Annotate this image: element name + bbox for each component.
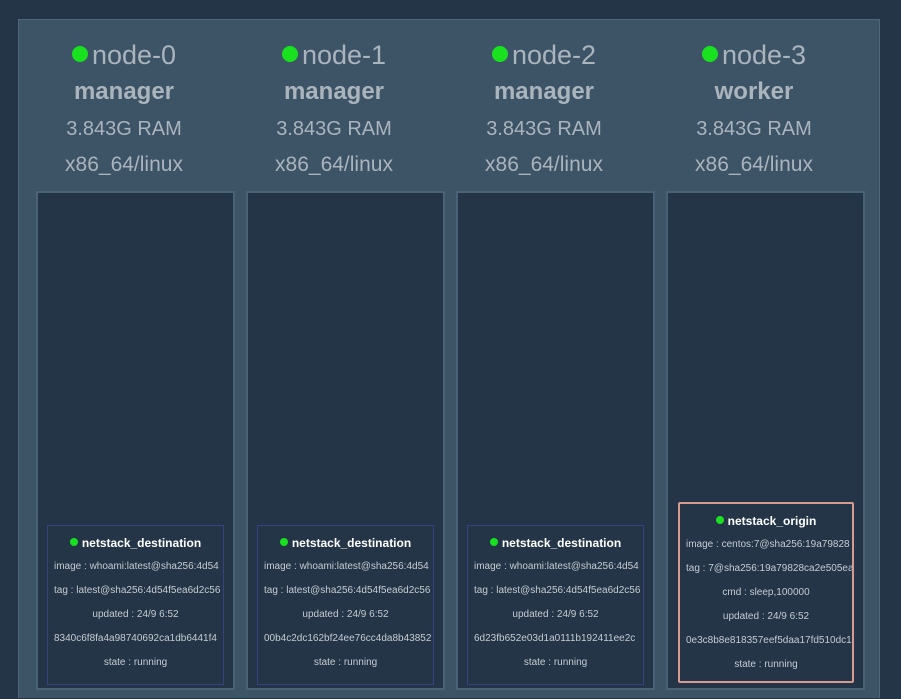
node-task-area: netstack_destination image : whoami:late… <box>246 191 445 690</box>
node-ram: 3.843G RAM <box>696 118 812 140</box>
task-card[interactable]: netstack_destination image : whoami:late… <box>47 525 224 685</box>
node-arch: x86_64/linux <box>275 153 393 176</box>
node-name: node-1 <box>301 40 387 70</box>
task-id: 0e3c8b8e818357eef5daa17fd510dc1 <box>686 635 852 646</box>
task-image: image : whoami:latest@sha256:4d54 <box>264 561 429 572</box>
task-state: state : running <box>734 659 798 670</box>
task-image: image : whoami:latest@sha256:4d54 <box>54 561 219 572</box>
task-updated: updated : 24/9 6:52 <box>512 609 599 620</box>
status-dot-icon <box>71 45 88 62</box>
node-role: worker <box>714 78 794 105</box>
node-column-2: node-2 manager 3.843G RAM x86_64/linux n… <box>439 20 655 699</box>
status-dot-icon <box>69 538 78 546</box>
task-id: 6d23fb652e03d1a0111b192411ee2c <box>474 633 636 644</box>
status-dot-icon <box>279 538 288 546</box>
task-tag: tag : latest@sha256:4d54f5ea6d2c56 <box>264 585 431 596</box>
task-state: state : running <box>523 657 588 668</box>
task-id: 8340c6f8fa4a98740692ca1db6441f4 <box>54 633 217 644</box>
node-column-0: node-0 manager 3.843G RAM x86_64/linux n… <box>19 20 235 699</box>
task-updated: updated : 24/9 6:52 <box>722 611 810 622</box>
status-dot-icon <box>489 538 498 546</box>
task-name: netstack_origin <box>727 514 817 528</box>
node-ram: 3.843G RAM <box>276 118 392 140</box>
task-image: image : whoami:latest@sha256:4d54 <box>474 561 639 572</box>
node-task-area: netstack_origin image : centos:7@sha256:… <box>666 191 865 690</box>
task-name: netstack_destination <box>81 536 202 550</box>
node-arch: x86_64/linux <box>65 153 183 176</box>
task-state: state : running <box>103 657 168 668</box>
task-card[interactable]: netstack_destination image : whoami:late… <box>257 525 434 685</box>
status-dot-icon <box>491 45 508 62</box>
node-role: manager <box>283 78 385 105</box>
cluster-panel: node-0 manager 3.843G RAM x86_64/linux n… <box>18 19 880 698</box>
task-updated: updated : 24/9 6:52 <box>92 609 179 620</box>
task-image: image : centos:7@sha256:19a79828 <box>686 539 850 550</box>
node-title: node-0 <box>19 39 229 71</box>
node-task-area: netstack_destination image : whoami:late… <box>456 191 655 690</box>
node-title: node-1 <box>229 39 439 71</box>
task-title: netstack_destination <box>48 536 223 550</box>
node-arch: x86_64/linux <box>485 153 603 176</box>
task-updated: updated : 24/9 6:52 <box>302 609 389 620</box>
task-tag: tag : latest@sha256:4d54f5ea6d2c56 <box>54 585 221 596</box>
task-title: netstack_destination <box>258 536 433 550</box>
node-role: manager <box>493 78 595 105</box>
task-name: netstack_destination <box>291 536 412 550</box>
task-tag: tag : latest@sha256:4d54f5ea6d2c56 <box>474 585 641 596</box>
node-name: node-2 <box>511 40 597 70</box>
task-cmd: cmd : sleep,100000 <box>722 587 810 598</box>
node-ram: 3.843G RAM <box>486 118 602 140</box>
status-dot-icon <box>281 45 298 62</box>
node-title: node-2 <box>439 39 649 71</box>
node-column-3: node-3 worker 3.843G RAM x86_64/linux ne… <box>649 20 865 699</box>
node-role: manager <box>73 78 175 105</box>
node-arch: x86_64/linux <box>695 153 813 176</box>
task-card[interactable]: netstack_origin image : centos:7@sha256:… <box>678 502 854 683</box>
status-dot-icon <box>715 516 724 524</box>
task-id: 00b4c2dc162bf24ee76cc4da8b43852 <box>264 633 432 644</box>
node-name: node-0 <box>91 40 177 70</box>
task-tag: tag : 7@sha256:19a79828ca2e505ea <box>686 563 852 574</box>
task-state: state : running <box>313 657 378 668</box>
node-task-area: netstack_destination image : whoami:late… <box>36 191 235 690</box>
node-ram: 3.843G RAM <box>66 118 182 140</box>
task-title: netstack_destination <box>468 536 643 550</box>
task-title: netstack_origin <box>680 514 852 528</box>
node-name: node-3 <box>721 40 807 70</box>
node-title: node-3 <box>649 39 859 71</box>
task-card[interactable]: netstack_destination image : whoami:late… <box>467 525 644 685</box>
status-dot-icon <box>701 45 718 62</box>
node-column-1: node-1 manager 3.843G RAM x86_64/linux n… <box>229 20 445 699</box>
task-name: netstack_destination <box>501 536 622 550</box>
